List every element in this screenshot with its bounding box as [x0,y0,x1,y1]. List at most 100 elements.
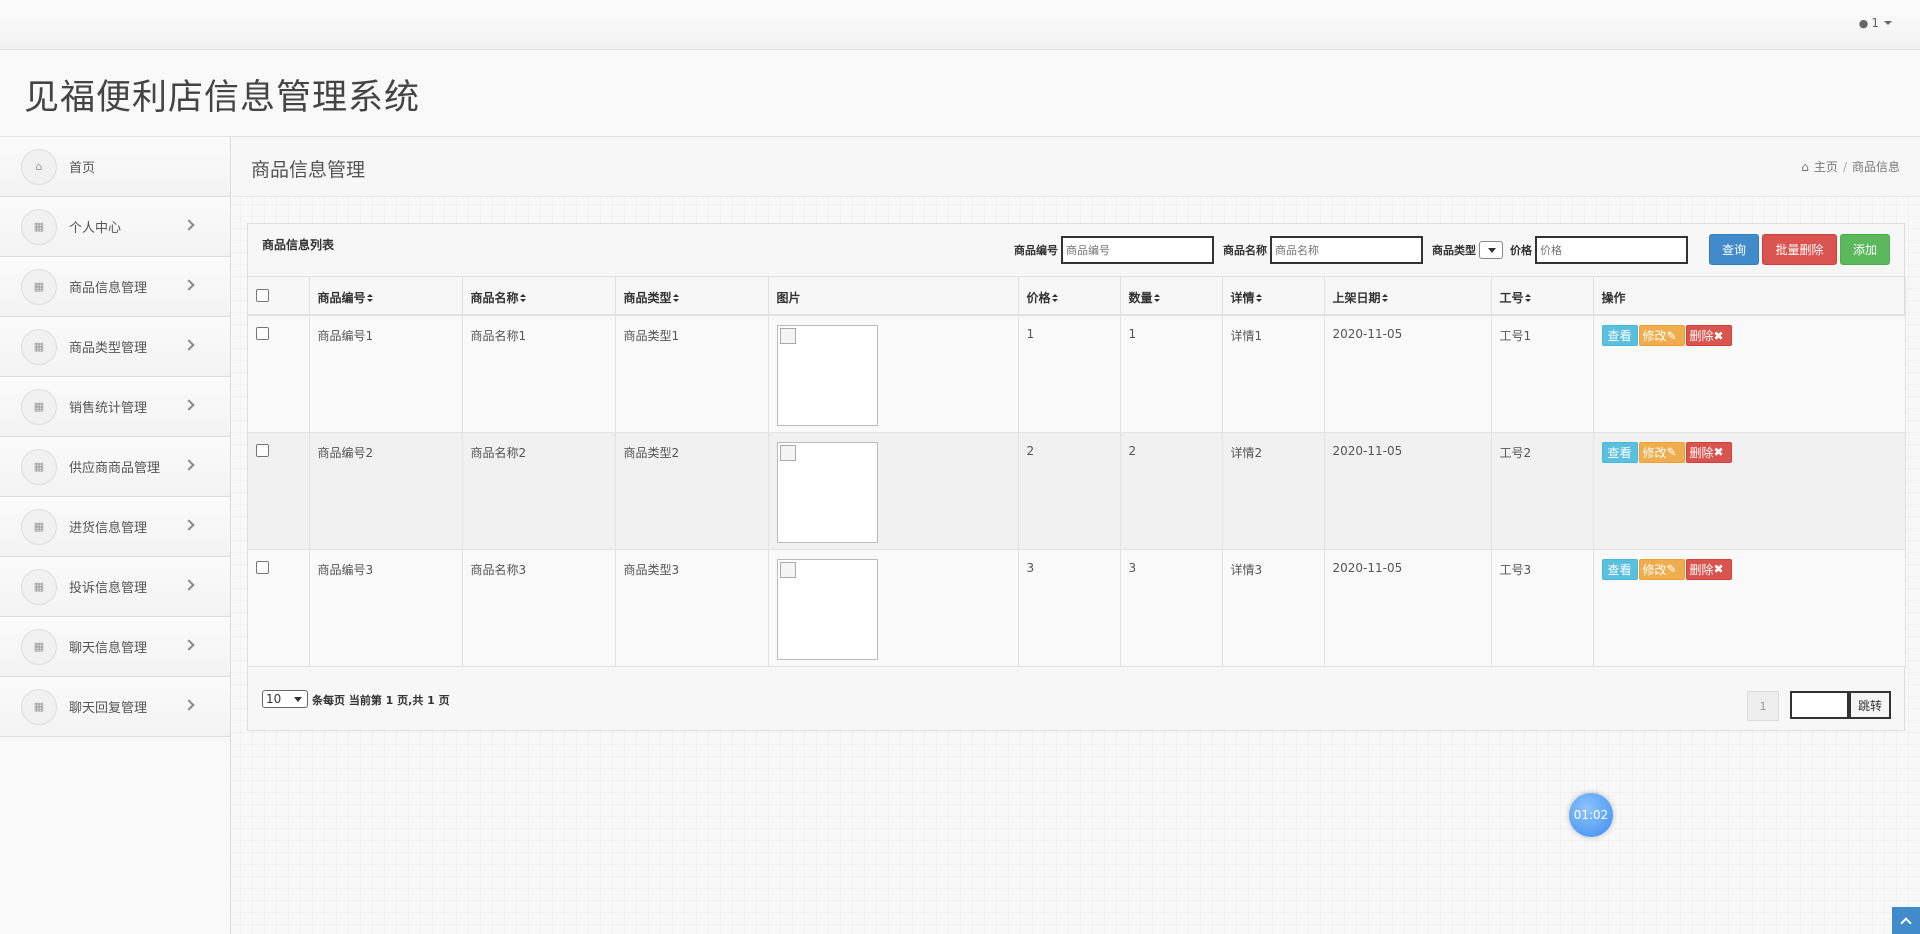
sidebar-item-sales-stats[interactable]: ▦ 销售统计管理 [0,377,230,437]
row-checkbox[interactable] [256,560,269,574]
sort-icon [1524,294,1531,303]
filter-name-label: 商品名称 [1223,244,1267,257]
filter-price: 价格 [1510,236,1688,264]
scroll-top-button[interactable] [1892,907,1920,934]
table-row: 商品编号2 商品名称2 商品类型2 2 2 详情2 2020-11-05 工号2… [248,432,1906,550]
grid-icon: ▦ [21,328,57,365]
row-checkbox[interactable] [256,443,269,457]
product-list-panel: 商品信息列表 商品编号 商品名称 商品类型 价格 查询 批量删除 添加 商品编号… [247,223,1906,731]
column-header[interactable]: 工号 [1491,277,1594,316]
column-header[interactable]: 商品编号 [309,277,463,316]
pencil-icon: ✎ [1666,328,1677,343]
cell-price: 1 [1018,315,1121,433]
sort-icon [519,294,526,303]
cell-qty: 2 [1120,432,1223,550]
user-menu[interactable]: ● 1 [1859,16,1892,30]
add-button[interactable]: 添加 [1840,234,1890,265]
sidebar-item-personal-center[interactable]: ▦ 个人中心 [0,197,230,257]
edit-button[interactable]: 修改 ✎ [1638,325,1685,346]
breadcrumb-separator: / [1842,159,1847,174]
row-checkbox[interactable] [256,327,269,340]
grid-icon: ▦ [21,628,57,665]
cell-name: 商品名称1 [462,315,616,433]
column-header[interactable]: 商品类型 [615,277,769,316]
timer-badge[interactable]: 01:02 [1569,793,1613,837]
product-name-input[interactable] [1270,236,1423,264]
user-icon: ● [1858,16,1869,30]
cell-type: 商品类型1 [615,315,769,433]
column-header: 图片 [768,277,1019,316]
sidebar-item-chat-replies[interactable]: ▦ 聊天回复管理 [0,677,230,737]
chevron-right-icon [183,699,195,711]
sidebar-item-label: 销售统计管理 [69,401,148,416]
sidebar-item-complaints[interactable]: ▦ 投诉信息管理 [0,557,230,617]
cell-detail: 详情2 [1222,432,1325,550]
page-jump-input[interactable] [1790,691,1849,719]
breadcrumb: ⌂ 主页 / 商品信息 [1801,158,1900,175]
sidebar-item-chat-info[interactable]: ▦ 聊天信息管理 [0,617,230,677]
column-header[interactable]: 价格 [1018,277,1121,316]
product-code-input[interactable] [1061,236,1214,264]
sidebar-item-label: 商品类型管理 [69,341,148,356]
pagination-bar: 10 条每页 当前第 1 页,共 1 页 1 跳转 [248,669,1904,731]
edit-button[interactable]: 修改 ✎ [1638,558,1685,580]
sidebar-item-label: 首页 [69,161,96,176]
filter-code: 商品编号 [1014,236,1214,264]
cell-type: 商品类型2 [615,432,769,550]
table-row: 商品编号3 商品名称3 商品类型3 3 3 详情3 2020-11-05 工号3… [248,549,1906,667]
search-button[interactable]: 查询 [1709,234,1759,265]
caret-down-icon [1884,21,1892,25]
breadcrumb-home[interactable]: 主页 [1814,158,1838,175]
sidebar-item-supplier-products[interactable]: ▦ 供应商商品管理 [0,437,230,497]
cell-date: 2020-11-05 [1324,432,1492,550]
cell-date: 2020-11-05 [1324,549,1492,667]
sidebar-item-home[interactable]: ⌂ 首页 [0,137,230,197]
view-button[interactable]: 查看 [1601,441,1638,463]
product-image [776,558,878,660]
sidebar-item-purchase-info[interactable]: ▦ 进货信息管理 [0,497,230,557]
column-header[interactable]: 上架日期 [1324,277,1492,316]
chevron-right-icon [183,639,195,651]
delete-button[interactable]: 删除 ✖ [1685,325,1732,346]
grid-icon: ▦ [21,268,57,305]
table-header-row: 商品编号 商品名称 商品类型 图片 价格 数量 详情 上架日期 工号 操作 [248,277,1906,316]
cell-name: 商品名称3 [462,549,616,667]
cell-qty: 3 [1120,549,1223,667]
filter-name: 商品名称 [1223,236,1423,264]
sort-icon [1255,294,1262,303]
column-header[interactable]: 商品名称 [462,277,616,316]
page-jump-button[interactable]: 跳转 [1849,691,1891,719]
select-all-checkbox[interactable] [256,289,269,302]
cell-code: 商品编号2 [309,432,463,550]
product-type-select[interactable] [1479,241,1503,259]
sidebar-item-label: 商品信息管理 [69,281,148,296]
batch-delete-button[interactable]: 批量删除 [1762,234,1837,265]
column-header[interactable]: 数量 [1120,277,1223,316]
sort-icon [672,294,679,303]
home-icon: ⌂ [1801,159,1809,174]
filter-price-label: 价格 [1510,244,1532,257]
product-image [776,441,878,543]
view-button[interactable]: 查看 [1601,325,1638,346]
delete-button[interactable]: 删除 ✖ [1685,558,1732,580]
cell-detail: 详情1 [1222,315,1325,433]
sidebar-item-label: 聊天回复管理 [69,701,148,716]
chevron-right-icon [183,459,195,471]
cell-detail: 详情3 [1222,549,1325,667]
cell-qty: 1 [1120,315,1223,433]
filter-type-label: 商品类型 [1432,244,1476,257]
cell-name: 商品名称2 [462,432,616,550]
sidebar-item-product-info[interactable]: ▦ 商品信息管理 [0,257,230,317]
sort-icon [1381,294,1388,303]
view-button[interactable]: 查看 [1601,558,1638,580]
sidebar-item-product-type[interactable]: ▦ 商品类型管理 [0,317,230,377]
price-input[interactable] [1535,236,1688,264]
column-header[interactable]: 详情 [1222,277,1325,316]
cell-code: 商品编号3 [309,549,463,667]
delete-button[interactable]: 删除 ✖ [1685,441,1732,463]
page-number-button[interactable]: 1 [1747,691,1779,721]
chevron-right-icon [183,279,195,291]
cell-price: 2 [1018,432,1121,550]
page-size-select[interactable]: 10 [262,690,308,708]
edit-button[interactable]: 修改 ✎ [1638,441,1685,463]
